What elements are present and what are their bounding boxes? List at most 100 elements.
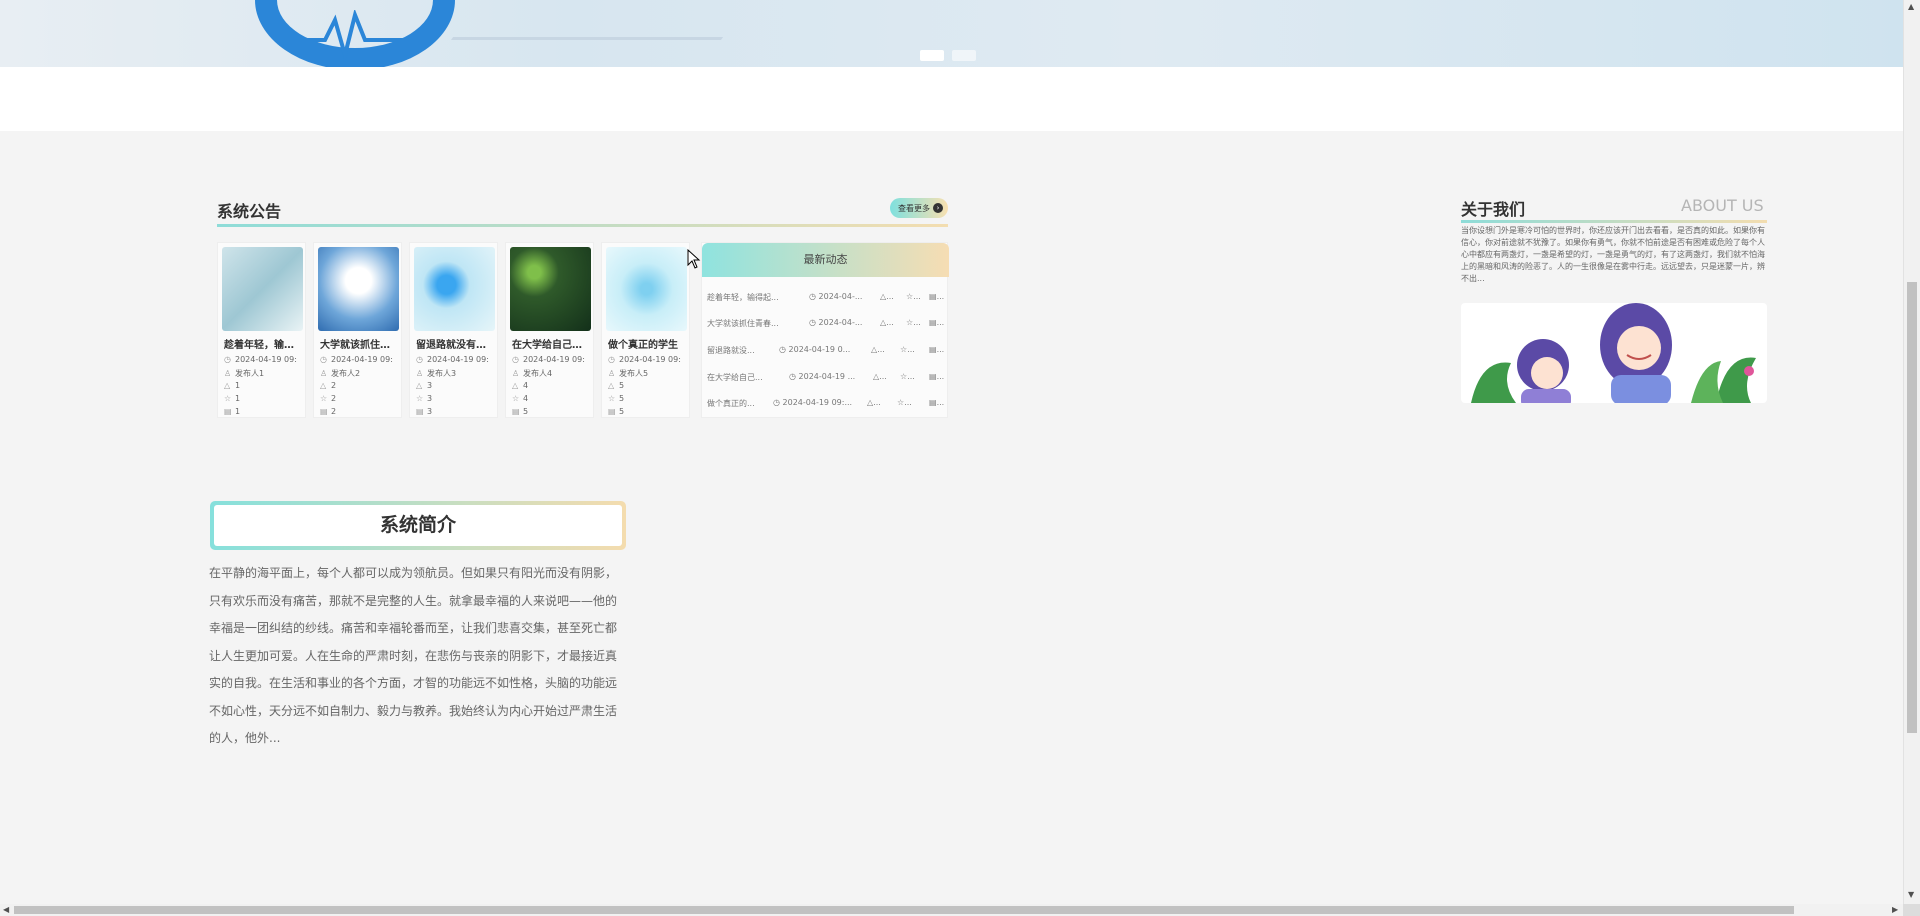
thumb-up-icon: △ <box>416 381 423 390</box>
thumb-up-icon: △... <box>873 372 887 381</box>
comment-icon: ▤ <box>608 407 616 416</box>
notice-card-image <box>222 247 303 331</box>
star-icon: ☆... <box>900 345 915 354</box>
notice-card-collects: ☆ 5 <box>608 394 625 403</box>
news-row[interactable]: 做个真正的... ◷ 2024-04-19 09:... △... ☆... ▤… <box>707 396 945 412</box>
scroll-down-icon[interactable]: ▼ <box>1908 890 1914 899</box>
notice-card-comments: ▤ 1 <box>224 407 241 416</box>
news-row-date: ◷ 2024-04-19 09:... <box>773 398 853 407</box>
clock-icon: ◷ <box>320 355 327 364</box>
user-icon: ♙ <box>512 369 520 378</box>
arrow-right-icon: › <box>933 203 943 213</box>
section-divider <box>1461 220 1767 223</box>
girls-illustration <box>1471 303 1756 403</box>
clock-icon: ◷ <box>224 355 231 364</box>
hero-banner <box>0 0 1903 67</box>
comment-icon: ▤ <box>320 407 328 416</box>
notice-card-author: ♙ 发布人3 <box>416 369 457 378</box>
news-row-date: ◷ 2024-04-... <box>809 292 863 301</box>
intro-text: 在平静的海平面上，每个人都可以成为领航员。但如果只有阳光而没有阴影，只有欢乐而没… <box>209 566 618 745</box>
clock-icon: ◷ <box>512 355 519 364</box>
scroll-up-icon[interactable]: ▲ <box>1908 2 1914 11</box>
news-row[interactable]: 留退路就没... ◷ 2024-04-19 0... △... ☆... ▤..… <box>707 343 945 359</box>
news-row-title: 做个真正的... <box>707 399 755 408</box>
notice-card-date: ◷ 2024-04-19 09: <box>224 355 297 364</box>
notice-card-image <box>414 247 495 331</box>
comment-icon: ▤ <box>224 407 232 416</box>
horizontal-scroll-thumb[interactable] <box>14 906 1794 914</box>
notice-card-likes: △ 2 <box>320 381 337 390</box>
intro-title-box: 系统简介 <box>210 501 626 550</box>
news-row-date: ◷ 2024-04-19 0... <box>779 345 851 354</box>
banner-spacer <box>0 67 1903 131</box>
star-icon: ☆ <box>320 394 328 403</box>
star-icon: ☆... <box>906 292 921 301</box>
notice-card-date: ◷ 2024-04-19 09: <box>608 355 681 364</box>
notice-card[interactable]: 趁着年轻，输… ◷ 2024-04-19 09: ♙ 发布人1 △ 1 ☆ 1 ▤ 1 <box>217 242 306 418</box>
user-icon: ♙ <box>320 369 328 378</box>
clock-icon: ◷ <box>608 355 615 364</box>
star-icon: ☆ <box>224 394 232 403</box>
notice-card-likes: △ 3 <box>416 381 433 390</box>
notice-card-comments: ▤ 3 <box>416 407 433 416</box>
thumb-up-icon: △... <box>880 292 894 301</box>
news-row[interactable]: 大学就该抓住青春... ◷ 2024-04-... △... ☆... ▤... <box>707 316 945 332</box>
scroll-right-icon[interactable]: ▶ <box>1892 905 1898 914</box>
news-row-date: ◷ 2024-04-... <box>809 318 863 327</box>
comment-icon: ▤... <box>929 398 945 407</box>
comment-icon: ▤ <box>512 407 520 416</box>
scrollbar-corner <box>1903 904 1920 916</box>
news-row-title: 留退路就没... <box>707 346 755 355</box>
latest-news-panel: 最新动态 趁着年轻，输得起... ◷ 2024-04-... △... ☆...… <box>701 242 949 418</box>
latest-news-header: 最新动态 <box>702 243 949 277</box>
notice-card-author: ♙ 发布人5 <box>608 369 649 378</box>
notice-card-title: 做个真正的学生 <box>608 340 678 351</box>
thumb-up-icon: △ <box>512 381 519 390</box>
notice-section-title: 系统公告 <box>217 202 282 221</box>
notice-card-collects: ☆ 1 <box>224 394 241 403</box>
notice-card-collects: ☆ 3 <box>416 394 433 403</box>
notice-card-author: ♙ 发布人2 <box>320 369 361 378</box>
notice-card-comments: ▤ 2 <box>320 407 337 416</box>
star-icon: ☆ <box>608 394 616 403</box>
thumb-up-icon: △ <box>608 381 615 390</box>
comment-icon: ▤... <box>929 345 945 354</box>
news-row-date: ◷ 2024-04-19 ... <box>789 372 856 381</box>
section-divider <box>217 224 948 227</box>
notice-card-likes: △ 1 <box>224 381 241 390</box>
about-title-en: ABOUT US <box>1681 196 1764 215</box>
notice-card-comments: ▤ 5 <box>512 407 529 416</box>
notice-card-comments: ▤ 5 <box>608 407 625 416</box>
comment-icon: ▤... <box>929 318 945 327</box>
thumb-up-icon: △... <box>871 345 885 354</box>
user-icon: ♙ <box>608 369 616 378</box>
thumb-up-icon: △ <box>224 381 231 390</box>
user-icon: ♙ <box>416 369 424 378</box>
star-icon: ☆ <box>512 394 520 403</box>
user-icon: ♙ <box>224 369 232 378</box>
thumb-up-icon: △... <box>867 398 881 407</box>
notice-card[interactable]: 在大学给自己… ◷ 2024-04-19 09: ♙ 发布人4 △ 4 ☆ 4 ▤ 5 <box>505 242 594 418</box>
notice-card[interactable]: 留退路就没有… ◷ 2024-04-19 09: ♙ 发布人3 △ 3 ☆ 3 ▤ 3 <box>409 242 498 418</box>
carousel-dot-1[interactable] <box>920 50 944 61</box>
notice-card[interactable]: 大学就该抓住… ◷ 2024-04-19 09: ♙ 发布人2 △ 2 ☆ 2 ▤ 2 <box>313 242 402 418</box>
vertical-scrollbar[interactable]: ▲ ▼ <box>1903 0 1920 904</box>
scroll-left-icon[interactable]: ◀ <box>3 905 9 914</box>
intro-title: 系统简介 <box>214 505 622 546</box>
news-row[interactable]: 在大学给自己... ◷ 2024-04-19 ... △... ☆... ▤..… <box>707 370 945 386</box>
view-more-button[interactable]: 查看更多 › <box>890 198 948 218</box>
notice-card-likes: △ 5 <box>608 381 625 390</box>
notice-card-image <box>606 247 687 331</box>
carousel-dot-2[interactable] <box>952 50 976 61</box>
news-row[interactable]: 趁着年轻，输得起... ◷ 2024-04-... △... ☆... ▤... <box>707 290 945 306</box>
notice-card-date: ◷ 2024-04-19 09: <box>320 355 393 364</box>
heartbeat-icon <box>300 10 420 60</box>
notice-card-title: 在大学给自己… <box>512 340 582 351</box>
notice-card[interactable]: 做个真正的学生 ◷ 2024-04-19 09: ♙ 发布人5 △ 5 ☆ 5 ▤ 5 <box>601 242 690 418</box>
vertical-scroll-thumb[interactable] <box>1907 282 1917 733</box>
horizontal-scrollbar[interactable]: ◀ ▶ <box>0 904 1903 916</box>
notice-card-title: 大学就该抓住… <box>320 340 390 351</box>
mouse-cursor-icon <box>687 249 701 269</box>
thumb-up-icon: △ <box>320 381 327 390</box>
comment-icon: ▤ <box>416 407 424 416</box>
